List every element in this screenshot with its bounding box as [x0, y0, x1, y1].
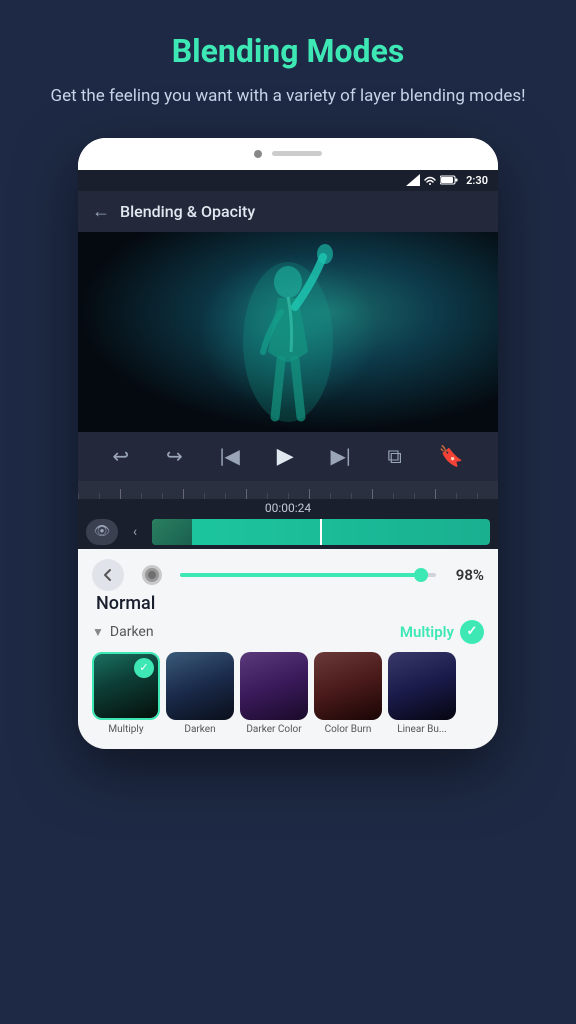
- opacity-slider[interactable]: [180, 573, 436, 577]
- header-section: Blending Modes Get the feeling you want …: [0, 0, 576, 130]
- tick: [477, 493, 498, 499]
- tick-major: [435, 489, 456, 499]
- time-indicator: 00:00:24: [78, 499, 498, 519]
- bookmark-button[interactable]: 🔖: [433, 442, 470, 470]
- phone-top-bar: [78, 138, 498, 170]
- slider-thumb[interactable]: [414, 568, 428, 582]
- blend-mode-darker-color[interactable]: Darker Color: [240, 652, 308, 735]
- tick: [393, 493, 414, 499]
- tick: [204, 493, 225, 499]
- blend-thumb-darken: [166, 652, 234, 720]
- bottom-panel: 98% Normal ▼ Darken Multiply ✓: [78, 549, 498, 749]
- figure-silhouette: [223, 242, 353, 432]
- tick-major: [183, 489, 204, 499]
- tick-major: [120, 489, 141, 499]
- tick: [351, 493, 372, 499]
- opacity-slider-row: 98%: [180, 566, 484, 584]
- forward-button[interactable]: ↪: [160, 442, 189, 470]
- status-icons: [406, 174, 458, 186]
- eye-button[interactable]: 👁: [86, 519, 118, 545]
- playback-controls: ↩ ↪ |◀ ▶ ▶| ⧉ 🔖: [78, 432, 498, 481]
- blend-section-header: ▼ Darken Multiply ✓: [92, 620, 484, 644]
- darken-preview: [166, 652, 234, 720]
- blend-mode-color-burn[interactable]: Color Burn: [314, 652, 382, 735]
- blend-label-color-burn: Color Burn: [325, 724, 372, 735]
- signal-icon: [406, 174, 420, 186]
- tick-major: [372, 489, 393, 499]
- wifi-icon: [423, 174, 437, 186]
- tick: [162, 493, 183, 499]
- page-subtitle: Get the feeling you want with a variety …: [40, 84, 536, 110]
- blend-thumb-linear-burn: [388, 652, 456, 720]
- active-blend-mode-text: Multiply: [400, 623, 454, 641]
- colorburn-preview: [314, 652, 382, 720]
- clip-thumbnail: [152, 519, 192, 545]
- status-bar: 2:30: [78, 170, 498, 191]
- track-expand-button[interactable]: ‹: [124, 519, 146, 545]
- tick: [99, 493, 120, 499]
- phone-speaker: [272, 151, 322, 156]
- chevron-down-icon: ▼: [92, 625, 104, 639]
- tick: [141, 493, 162, 499]
- page-title: Blending Modes: [40, 32, 536, 70]
- phone-camera: [254, 150, 262, 158]
- darker-preview: [240, 652, 308, 720]
- video-background: [78, 232, 498, 432]
- blend-thumb-color-burn: [314, 652, 382, 720]
- screen-title: Blending & Opacity: [120, 202, 255, 221]
- blend-thumb-darker-color: [240, 652, 308, 720]
- tick-major: [309, 489, 330, 499]
- tick-major: [246, 489, 267, 499]
- blend-mode-multiply[interactable]: ✓ Multiply: [92, 652, 160, 735]
- opacity-value: 98%: [444, 566, 484, 584]
- current-blend-mode: Normal: [96, 593, 484, 614]
- tick: [225, 493, 246, 499]
- controls-row: 98%: [92, 559, 484, 591]
- blend-check-overlay: ✓: [134, 658, 154, 678]
- tick: [267, 493, 288, 499]
- status-time: 2:30: [466, 174, 488, 187]
- blend-thumb-multiply: ✓: [92, 652, 160, 720]
- timeline-track-row: 👁 ‹: [78, 519, 498, 545]
- back-button[interactable]: ←: [92, 201, 110, 222]
- blend-modes-row: ✓ Multiply Darken Darker Color: [92, 652, 484, 739]
- eye-icon: 👁: [94, 524, 111, 539]
- top-nav: ← Blending & Opacity: [78, 191, 498, 232]
- blend-label-linear-burn: Linear Bu...: [397, 724, 447, 735]
- tick: [288, 493, 309, 499]
- arrow-left-icon: [101, 568, 115, 582]
- layers-icon: [140, 563, 164, 587]
- battery-icon: [440, 175, 458, 185]
- blend-label-multiply: Multiply: [108, 724, 143, 735]
- rewind-button[interactable]: ↩: [106, 442, 135, 470]
- section-label-text: Darken: [110, 624, 154, 640]
- layer-icon-button[interactable]: [136, 559, 168, 591]
- tick: [78, 493, 99, 499]
- chevron-left-icon: ‹: [133, 524, 137, 540]
- active-check-circle: ✓: [460, 620, 484, 644]
- play-button[interactable]: ▶: [271, 442, 300, 471]
- video-preview: [78, 232, 498, 432]
- active-blend-mode-indicator: Multiply ✓: [400, 620, 484, 644]
- blend-label-darken: Darken: [184, 724, 215, 735]
- blend-mode-linear-burn[interactable]: Linear Bu...: [388, 652, 456, 735]
- ruler-marks: [78, 481, 498, 499]
- blend-mode-darken[interactable]: Darken: [166, 652, 234, 735]
- loop-button[interactable]: ⧉: [382, 442, 408, 470]
- timeline-ruler: [78, 481, 498, 499]
- blend-label-darker-color: Darker Color: [246, 724, 301, 735]
- darken-section-label: ▼ Darken: [92, 624, 154, 640]
- skip-start-button[interactable]: |◀: [214, 442, 246, 470]
- tick: [414, 493, 435, 499]
- track-clip[interactable]: [152, 519, 490, 545]
- skip-end-button[interactable]: ▶|: [324, 442, 356, 470]
- back-button-circle[interactable]: [92, 559, 124, 591]
- tick: [456, 493, 477, 499]
- playhead: [320, 519, 322, 545]
- phone-wrapper: 2:30 ← Blending & Opacity: [78, 138, 498, 749]
- phone-screen: 2:30 ← Blending & Opacity: [78, 170, 498, 749]
- tick: [330, 493, 351, 499]
- slider-fill: [180, 573, 428, 577]
- linearburn-preview: [388, 652, 456, 720]
